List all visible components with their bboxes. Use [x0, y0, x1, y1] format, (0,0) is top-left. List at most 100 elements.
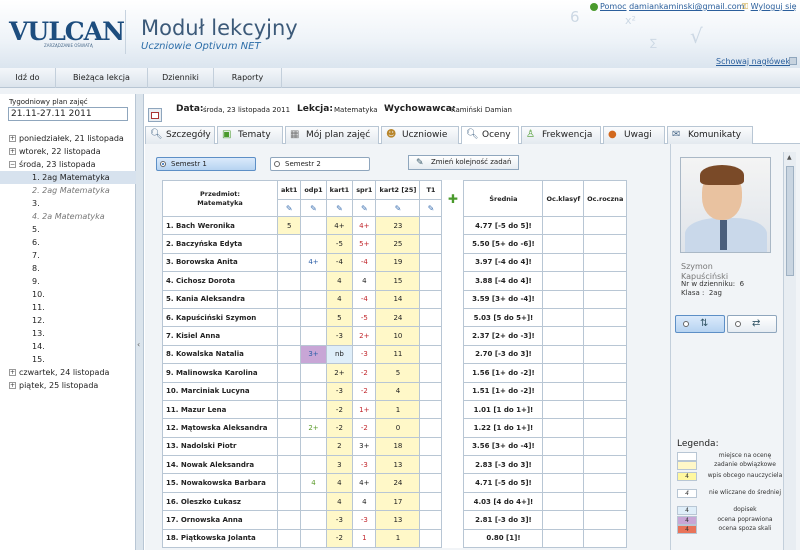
tree-day-tuesday[interactable]: + wtorek, 22 listopada: [0, 145, 136, 158]
grade-cell[interactable]: [300, 215, 327, 236]
student-name-cell[interactable]: 18. Piątkowska Jolanta: [162, 528, 278, 549]
student-name-cell[interactable]: 5. Kania Aleksandra: [162, 289, 278, 309]
student-name-cell[interactable]: 11. Mazur Lena: [162, 399, 278, 420]
annual-grade-cell[interactable]: [583, 436, 628, 457]
final-grade-cell[interactable]: [542, 234, 585, 254]
grade-cell[interactable]: nb: [325, 344, 354, 365]
expand-icon[interactable]: +: [9, 369, 16, 376]
grade-cell[interactable]: -2: [325, 399, 354, 420]
grade-cell[interactable]: 2: [325, 436, 354, 457]
final-grade-cell[interactable]: [542, 271, 585, 291]
grade-cell[interactable]: [300, 234, 327, 254]
final-grade-cell[interactable]: [542, 418, 585, 438]
grade-cell[interactable]: [300, 491, 327, 512]
annual-grade-cell[interactable]: [583, 473, 628, 493]
grade-cell[interactable]: 0: [375, 418, 421, 438]
grade-cell[interactable]: 5: [276, 215, 302, 236]
grade-cell[interactable]: [419, 436, 443, 457]
tab-students[interactable]: ☻ Uczniowie: [381, 126, 459, 144]
semester-1-radio[interactable]: Semestr 1: [156, 157, 256, 171]
grade-cell[interactable]: -3: [352, 344, 377, 365]
annual-grade-cell[interactable]: [583, 234, 628, 254]
expand-icon[interactable]: +: [9, 148, 16, 155]
tree-lesson-9[interactable]: 9.: [0, 275, 136, 288]
help-label[interactable]: Pomoc: [600, 2, 627, 11]
grade-cell[interactable]: 2+: [352, 326, 377, 346]
grade-cell[interactable]: 3: [325, 455, 354, 475]
tree-lesson-11[interactable]: 11.: [0, 301, 136, 314]
grade-cell[interactable]: 15: [375, 271, 421, 291]
menu-registers[interactable]: Dzienniki: [148, 68, 214, 88]
grade-cell[interactable]: -5: [325, 234, 354, 254]
reorder-tasks-button[interactable]: ✎ Zmień kolejność zadań: [408, 155, 519, 170]
grade-cell[interactable]: [419, 271, 443, 291]
grade-cell[interactable]: [276, 455, 302, 475]
annual-grade-cell[interactable]: [583, 307, 628, 328]
grade-cell[interactable]: -2: [325, 528, 354, 549]
annual-grade-cell[interactable]: [583, 363, 628, 383]
view-horizontal-button[interactable]: ⇄: [727, 315, 777, 333]
grade-cell[interactable]: [419, 399, 443, 420]
tab-remarks[interactable]: ● Uwagi: [603, 126, 665, 144]
student-name-cell[interactable]: 8. Kowalska Natalia: [162, 344, 278, 365]
grade-cell[interactable]: [419, 381, 443, 401]
grade-cell[interactable]: [300, 436, 327, 457]
grade-cell[interactable]: 2+: [300, 418, 327, 438]
add-column-icon[interactable]: ✚: [441, 180, 464, 217]
grade-cell[interactable]: -4: [352, 252, 377, 273]
grade-cell[interactable]: [419, 528, 443, 549]
grade-cell[interactable]: 4: [325, 289, 354, 309]
panel-splitter[interactable]: [136, 94, 144, 550]
final-grade-cell[interactable]: [542, 363, 585, 383]
student-name-cell[interactable]: 13. Nadolski Piotr: [162, 436, 278, 457]
grade-cell[interactable]: 10: [375, 326, 421, 346]
grade-cell[interactable]: [300, 528, 327, 549]
final-grade-cell[interactable]: [542, 528, 585, 549]
grade-cell[interactable]: 4+: [300, 252, 327, 273]
grade-cell[interactable]: [300, 307, 327, 328]
grade-cell[interactable]: [300, 455, 327, 475]
grade-cell[interactable]: 24: [375, 473, 421, 493]
grade-cell[interactable]: 4+: [325, 215, 354, 236]
grade-cell[interactable]: 4: [325, 271, 354, 291]
tab-my-schedule[interactable]: ▦ Mój plan zajęć: [285, 126, 379, 144]
grade-cell[interactable]: [419, 491, 443, 512]
grade-cell[interactable]: 4+: [352, 215, 377, 236]
grade-cell[interactable]: [419, 363, 443, 383]
grade-cell[interactable]: [276, 271, 302, 291]
grade-cell[interactable]: [300, 381, 327, 401]
user-email[interactable]: damiankaminski@gmail.com: [629, 2, 744, 11]
menu-reports[interactable]: Raporty: [214, 68, 282, 88]
hide-header-link[interactable]: Schowaj nagłówek: [716, 57, 790, 66]
view-grades-button[interactable]: ⇅: [675, 315, 725, 333]
student-name-cell[interactable]: 15. Nowakowska Barbara: [162, 473, 278, 493]
grade-cell[interactable]: 4: [352, 491, 377, 512]
grade-cell[interactable]: -3: [325, 510, 354, 530]
grade-cell[interactable]: -3: [352, 455, 377, 475]
grade-cell[interactable]: 25: [375, 234, 421, 254]
grade-cell[interactable]: [300, 289, 327, 309]
final-grade-cell[interactable]: [542, 307, 585, 328]
annual-grade-cell[interactable]: [583, 271, 628, 291]
grade-cell[interactable]: [300, 271, 327, 291]
tree-day-monday[interactable]: + poniedziałek, 21 listopada: [0, 132, 136, 145]
expand-icon[interactable]: +: [9, 135, 16, 142]
final-grade-cell[interactable]: [542, 455, 585, 475]
grade-cell[interactable]: [276, 418, 302, 438]
tree-lesson-7[interactable]: 7.: [0, 249, 136, 262]
grade-cell[interactable]: -4: [325, 252, 354, 273]
final-grade-cell[interactable]: [542, 491, 585, 512]
annual-grade-cell[interactable]: [583, 326, 628, 346]
student-name-cell[interactable]: 10. Marciniak Lucyna: [162, 381, 278, 401]
student-name-cell[interactable]: 16. Oleszko Łukasz: [162, 491, 278, 512]
grade-cell[interactable]: [419, 289, 443, 309]
grade-cell[interactable]: [276, 381, 302, 401]
grade-cell[interactable]: [276, 307, 302, 328]
semester-2-radio[interactable]: Semestr 2: [270, 157, 370, 171]
grade-cell[interactable]: [419, 344, 443, 365]
tab-messages[interactable]: ✉ Komunikaty: [667, 126, 753, 144]
collapse-arrow-icon[interactable]: ‹: [137, 340, 140, 349]
collapse-icon[interactable]: −: [9, 161, 16, 168]
edit-column-icon[interactable]: ✎: [325, 199, 354, 217]
student-name-cell[interactable]: 3. Borowska Anita: [162, 252, 278, 273]
